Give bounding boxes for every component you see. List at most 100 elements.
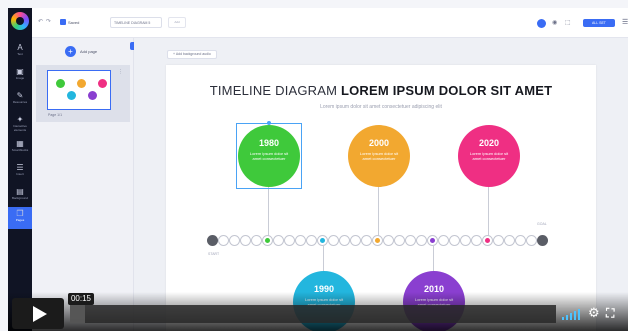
milestone-2020[interactable]: 2020 Lorem ipsum dolor sit amet consecte… (458, 125, 520, 187)
add-chip-button[interactable]: Add (168, 17, 186, 28)
pages-panel: + Add page ⋮ Page 1/1 (32, 38, 134, 331)
timeline-node (449, 235, 460, 246)
timeline-node (526, 235, 537, 246)
redo-icon[interactable]: ↷ (46, 18, 51, 25)
timeline-marker (485, 238, 490, 243)
sidebar-item-label: Pages (15, 218, 25, 222)
sidebar-item-text[interactable]: A Text (8, 41, 32, 63)
page-thumbnail[interactable] (47, 70, 111, 110)
milestone-year: 2020 (478, 138, 500, 148)
timeline-node (515, 235, 526, 246)
timeline-node (405, 235, 416, 246)
thumb-dot (56, 79, 65, 88)
sidebar-item-pages[interactable]: ❐ Pages (8, 207, 32, 229)
eye-icon[interactable]: ◉ (552, 19, 557, 26)
timeline-marker (430, 238, 435, 243)
insert-icon: ☰ (16, 163, 24, 172)
timeline-node (328, 235, 339, 246)
timeline-node (350, 235, 361, 246)
page-list-item[interactable]: ⋮ Page 1/1 (36, 65, 130, 122)
timeline-marker (375, 238, 380, 243)
app-window: A Text ▣ Image ✎ Resources ✦ Interactive… (0, 0, 628, 331)
thumb-dot (98, 79, 107, 88)
timeline-node (229, 235, 240, 246)
sidebar-item-label: Text (17, 52, 23, 56)
timeline-node (361, 235, 372, 246)
sidebar-item-label: Insert (16, 172, 24, 176)
page-options-icon[interactable]: ⋮ (118, 69, 123, 75)
sidebar-item-insert[interactable]: ☰ Insert (8, 161, 32, 183)
milestone-year: 2000 (368, 138, 390, 148)
timeline-node (438, 235, 449, 246)
goal-label: GOAL (537, 222, 547, 226)
page-title[interactable]: TIMELINE DIAGRAM LOREM IPSUM DOLOR SIT A… (166, 83, 596, 98)
sidebar-item-label: Background (11, 196, 28, 200)
left-sidebar: A Text ▣ Image ✎ Resources ✦ Interactive… (8, 8, 32, 331)
sidebar-item-label: Resources (12, 100, 28, 104)
timeline-node (504, 235, 515, 246)
timeline-node (416, 235, 427, 246)
timeline-node (460, 235, 471, 246)
timeline-node (394, 235, 405, 246)
save-label: Saved (68, 19, 80, 25)
resources-icon: ✎ (16, 91, 24, 100)
timeline-node (240, 235, 251, 246)
pages-icon: ❐ (16, 209, 24, 218)
selection-box[interactable] (236, 123, 302, 189)
document-title-input[interactable]: TIMELINE DIAGRAM 5 (110, 17, 162, 28)
play-button[interactable] (12, 298, 64, 329)
thumb-dot (67, 91, 76, 100)
time-readout: 00:15 (68, 293, 94, 305)
sidebar-item-label: Image (15, 76, 25, 80)
sidebar-item-resources[interactable]: ✎ Resources (8, 89, 32, 111)
connector-line (378, 184, 379, 240)
sidebar-item-interactive[interactable]: ✦ Interactive elements (8, 113, 32, 135)
milestone-2000[interactable]: 2000 Lorem ipsum dolor sit amet consecte… (348, 125, 410, 187)
timeline-marker (265, 238, 270, 243)
menu-icon[interactable]: ☰ (622, 18, 628, 26)
rotate-handle[interactable] (267, 121, 271, 125)
sidebar-item-smartblocks[interactable]: ▦ Smartblocks (8, 137, 32, 159)
avatar[interactable] (537, 19, 546, 28)
undo-icon[interactable]: ↶ (38, 18, 43, 25)
progress-fill (70, 305, 85, 323)
add-page-button[interactable]: + Add page (65, 46, 97, 57)
volume-icon[interactable] (562, 308, 582, 320)
page-subtitle[interactable]: Lorem ipsum dolor sit amet consectetuer … (166, 104, 596, 110)
connector-line (323, 246, 324, 273)
timeline-node (273, 235, 284, 246)
plus-icon: + (65, 46, 76, 57)
thumb-dot (88, 91, 97, 100)
settings-gear-icon[interactable]: ⚙ (588, 306, 600, 320)
timeline-node (295, 235, 306, 246)
progress-bar[interactable] (70, 305, 556, 323)
timeline-node (218, 235, 229, 246)
timeline-node (493, 235, 504, 246)
milestone-text: Lorem ipsum dolor sit amet consectetuer (359, 151, 399, 161)
app-logo-icon[interactable] (11, 12, 29, 30)
add-background-audio-button[interactable]: + Add background audio (167, 50, 217, 59)
share-icon[interactable]: ⬚ (565, 19, 571, 26)
sidebar-item-label: Interactive elements (13, 124, 27, 132)
timeline-node (471, 235, 482, 246)
save-status[interactable]: Saved (60, 17, 79, 27)
thumb-dot (77, 79, 86, 88)
milestone-text: Lorem ipsum dolor sit amet consectetuer (469, 151, 509, 161)
smartblocks-icon: ▦ (16, 139, 24, 148)
timeline-node (251, 235, 262, 246)
start-label: START (208, 252, 220, 256)
top-toolbar: ↶ ↷ Saved TIMELINE DIAGRAM 5 Add ◉ ⬚ ALL… (32, 8, 628, 38)
title-light: TIMELINE DIAGRAM (209, 83, 341, 98)
timeline-node (383, 235, 394, 246)
all-set-button[interactable]: ALL SET (583, 19, 615, 27)
save-icon (60, 19, 66, 25)
canvas-area: + Add background audio TIMELINE DIAGRAM … (134, 38, 628, 331)
title-bold: LOREM IPSUM DOLOR SIT AMET (340, 83, 553, 98)
sidebar-item-background[interactable]: ▤ Background (8, 185, 32, 207)
timeline-node (339, 235, 350, 246)
connector-line (488, 184, 489, 240)
timeline-start-dot (207, 235, 218, 246)
add-page-label: Add page (80, 49, 98, 54)
sidebar-item-image[interactable]: ▣ Image (8, 65, 32, 87)
fullscreen-icon[interactable]: ⛶ (606, 306, 614, 320)
